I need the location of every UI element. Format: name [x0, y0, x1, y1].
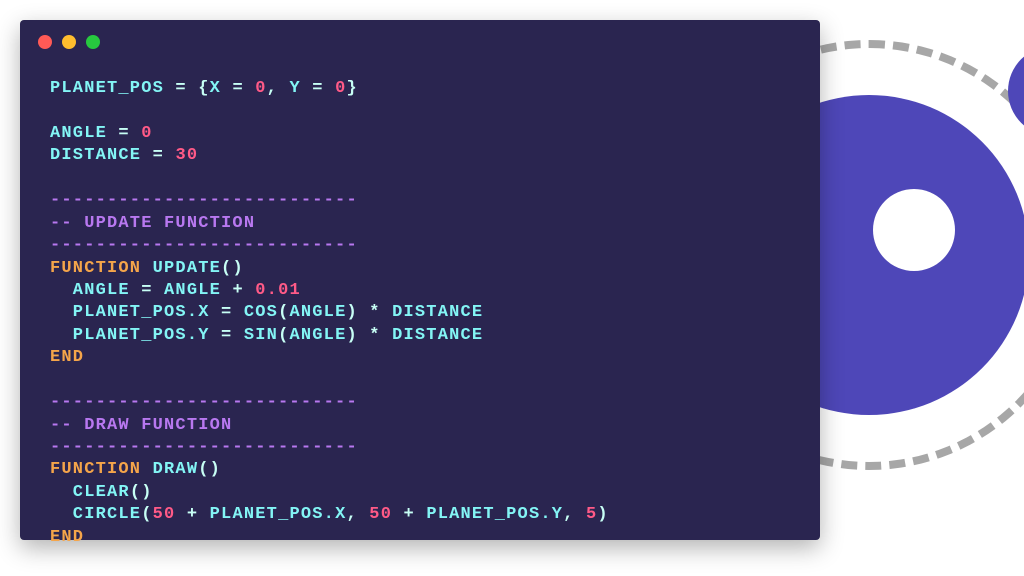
code-token: PLANET_POS.Y	[50, 326, 210, 345]
code-token: ANGLE	[50, 281, 130, 300]
code-content: PLANET_POS = {X = 0, Y = 0} ANGLE = 0DIS…	[20, 64, 820, 555]
code-token: PLANET_POS.X	[210, 505, 347, 524]
code-line: PLANET_POS = {X = 0, Y = 0}	[50, 78, 790, 100]
code-line: DISTANCE = 30	[50, 145, 790, 167]
code-token: -- UPDATE FUNCTION	[50, 214, 255, 233]
code-token: SIN	[244, 326, 278, 345]
window-titlebar	[20, 20, 820, 64]
code-token: =	[130, 281, 164, 300]
code-token: =	[221, 79, 255, 98]
code-token: -- DRAW FUNCTION	[50, 416, 232, 435]
code-token: =	[210, 326, 244, 345]
code-token: +	[392, 505, 426, 524]
code-line: ANGLE = 0	[50, 123, 790, 145]
code-line: ---------------------------	[50, 235, 790, 257]
code-token: FUNCTION	[50, 259, 141, 278]
code-token: 0	[141, 124, 152, 143]
code-token: DISTANCE	[392, 303, 483, 322]
code-editor-window: PLANET_POS = {X = 0, Y = 0} ANGLE = 0DIS…	[20, 20, 820, 540]
code-token: ()	[198, 460, 221, 479]
code-token: (	[278, 326, 289, 345]
code-line: -- DRAW FUNCTION	[50, 415, 790, 437]
code-token: ANGLE	[50, 124, 107, 143]
code-token: 0	[335, 79, 346, 98]
maximize-icon[interactable]	[86, 35, 100, 49]
code-line: -- UPDATE FUNCTION	[50, 213, 790, 235]
code-line: FUNCTION DRAW()	[50, 459, 790, 481]
code-line: ---------------------------	[50, 190, 790, 212]
code-token: +	[221, 281, 255, 300]
code-token: 0	[255, 79, 266, 98]
code-token: ()	[130, 483, 153, 502]
code-line: ---------------------------	[50, 392, 790, 414]
code-token: Y	[289, 79, 300, 98]
code-token: PLANET_POS.X	[50, 303, 210, 322]
code-token: ,	[267, 79, 290, 98]
code-token: 50	[153, 505, 176, 524]
code-line: CLEAR()	[50, 482, 790, 504]
code-token: END	[50, 348, 84, 367]
code-token: ANGLE	[164, 281, 221, 300]
code-token: 50	[369, 505, 392, 524]
code-token: ,	[563, 505, 586, 524]
code-line: CIRCLE(50 + PLANET_POS.X, 50 + PLANET_PO…	[50, 504, 790, 526]
code-token: 30	[175, 146, 198, 165]
code-token: ()	[221, 259, 244, 278]
code-token: FUNCTION	[50, 460, 141, 479]
code-token: DISTANCE	[50, 146, 141, 165]
code-token: ANGLE	[289, 303, 346, 322]
planet-highlight	[873, 189, 955, 271]
code-token: PLANET_POS	[50, 79, 164, 98]
code-token: COS	[244, 303, 278, 322]
code-token: = {	[164, 79, 210, 98]
code-token: CLEAR	[50, 483, 130, 502]
code-token: }	[347, 79, 358, 98]
code-token: =	[107, 124, 141, 143]
code-token	[141, 259, 152, 278]
code-token: UPDATE	[153, 259, 221, 278]
code-token: ANGLE	[289, 326, 346, 345]
code-divider: ---------------------------	[50, 236, 358, 255]
code-token: ) *	[346, 303, 392, 322]
code-line: END	[50, 347, 790, 369]
code-line: END	[50, 527, 790, 549]
code-token: ) *	[346, 326, 392, 345]
code-token: END	[50, 528, 84, 547]
code-token: DISTANCE	[392, 326, 483, 345]
code-token: (	[141, 505, 152, 524]
code-divider: ---------------------------	[50, 438, 358, 457]
code-line: PLANET_POS.Y = SIN(ANGLE) * DISTANCE	[50, 325, 790, 347]
code-line	[50, 370, 790, 392]
minimize-icon[interactable]	[62, 35, 76, 49]
code-line	[50, 100, 790, 122]
code-token: )	[597, 505, 608, 524]
code-token: (	[278, 303, 289, 322]
code-divider: ---------------------------	[50, 393, 358, 412]
code-token: =	[210, 303, 244, 322]
code-token: PLANET_POS.Y	[426, 505, 563, 524]
code-token: X	[210, 79, 221, 98]
code-token: +	[175, 505, 209, 524]
code-token: 5	[586, 505, 597, 524]
code-divider: ---------------------------	[50, 191, 358, 210]
code-token: 0.01	[255, 281, 301, 300]
code-line: ANGLE = ANGLE + 0.01	[50, 280, 790, 302]
code-token: CIRCLE	[50, 505, 141, 524]
code-token: =	[301, 79, 335, 98]
code-token: ,	[346, 505, 369, 524]
code-line	[50, 168, 790, 190]
close-icon[interactable]	[38, 35, 52, 49]
code-line: PLANET_POS.X = COS(ANGLE) * DISTANCE	[50, 302, 790, 324]
code-token	[141, 460, 152, 479]
code-token: DRAW	[153, 460, 199, 479]
code-line: FUNCTION UPDATE()	[50, 258, 790, 280]
code-token: =	[141, 146, 175, 165]
code-line: ---------------------------	[50, 437, 790, 459]
